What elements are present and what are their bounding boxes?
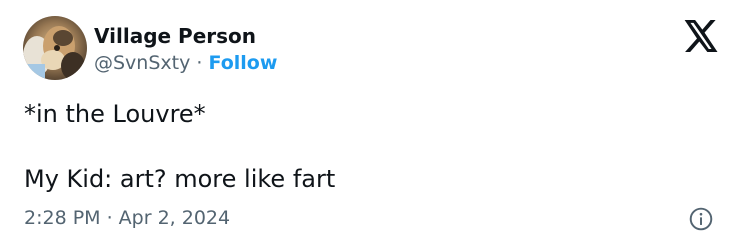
separator-dot: · (196, 52, 203, 74)
author-handle[interactable]: @SvnSxty (94, 52, 190, 74)
author-name[interactable]: Village Person (94, 24, 256, 48)
avatar[interactable] (23, 16, 87, 80)
tweet-text-line-1: *in the Louvre* (24, 100, 206, 128)
tweet-text-line-2: My Kid: art? more like fart (24, 165, 336, 193)
info-icon[interactable] (688, 206, 714, 232)
avatar-image (23, 16, 87, 80)
tweet-timestamp[interactable]: 2:28 PM · Apr 2, 2024 (24, 206, 230, 230)
follow-button[interactable]: Follow (209, 52, 278, 74)
author-handle-row: @SvnSxty · Follow (94, 51, 277, 75)
x-logo-icon[interactable] (684, 20, 719, 52)
tweet-card: Village Person @SvnSxty · Follow *in the… (0, 0, 740, 242)
